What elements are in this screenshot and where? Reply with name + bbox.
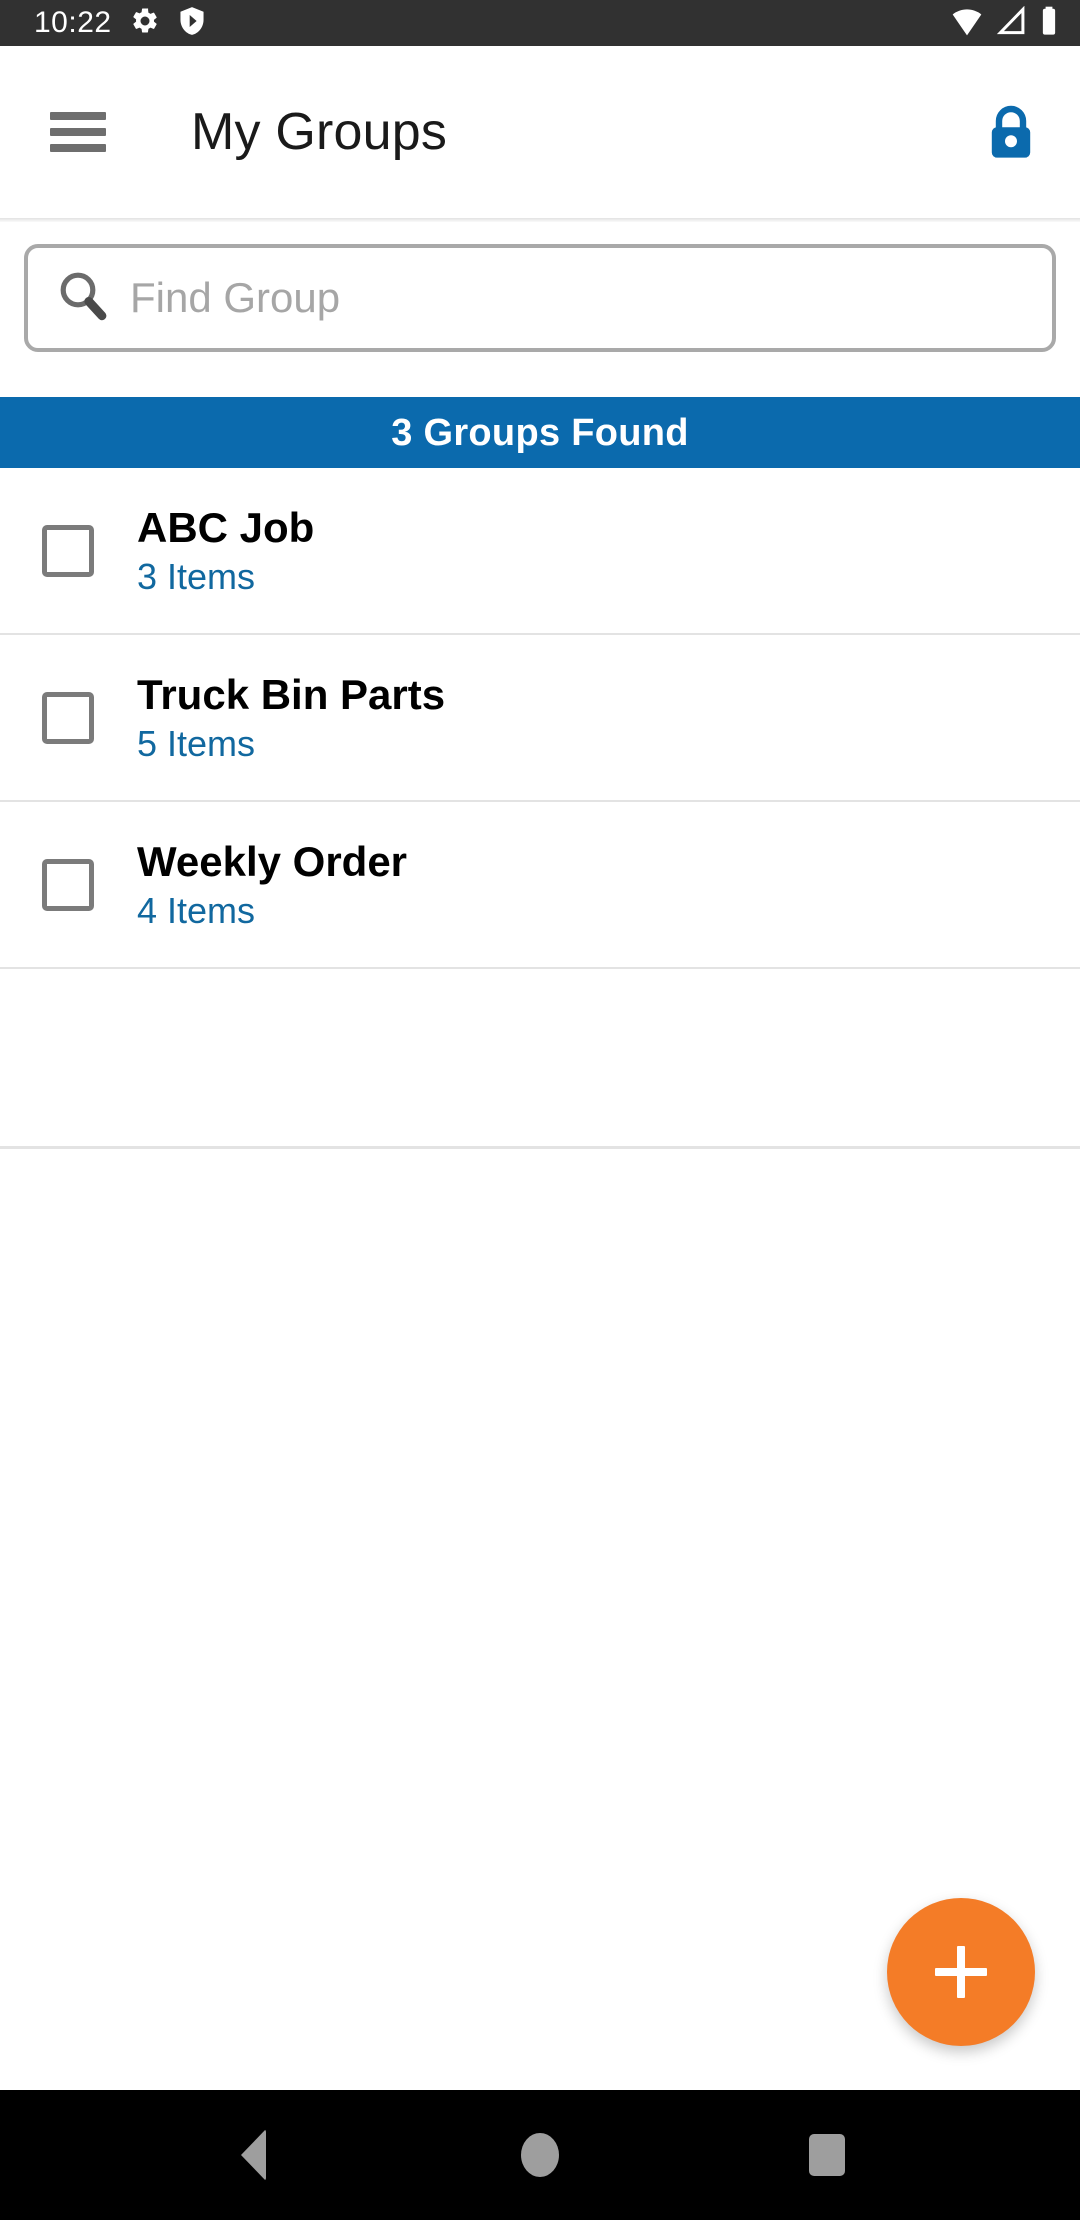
app-bar-divider: [0, 218, 1080, 222]
group-list-empty-row: [0, 969, 1080, 1149]
search-input[interactable]: [130, 274, 990, 322]
group-item-count: 5 Items: [137, 722, 256, 764]
group-item-count: 4 Items: [137, 889, 256, 931]
wifi-icon: [950, 6, 984, 41]
back-triangle-icon: [240, 2129, 266, 2181]
lock-icon[interactable]: [976, 97, 1046, 167]
status-bar: 10:22: [0, 0, 1080, 46]
hamburger-bar: [50, 144, 106, 152]
group-select-checkbox[interactable]: [42, 691, 94, 744]
search-icon: [56, 269, 108, 328]
results-banner: 3 Groups Found: [0, 397, 1080, 468]
status-bar-right: [950, 5, 1058, 41]
page-title: My Groups: [191, 103, 448, 161]
group-name: Truck Bin Parts: [137, 670, 446, 718]
group-item-text: ABC Job 3 Items: [137, 503, 315, 597]
nav-recents-button[interactable]: [772, 2100, 882, 2210]
home-circle-icon: [520, 2133, 559, 2177]
group-item-text: Truck Bin Parts 5 Items: [137, 670, 446, 764]
hamburger-bar: [50, 128, 106, 136]
hamburger-menu-icon[interactable]: [50, 112, 106, 152]
group-list-item[interactable]: Truck Bin Parts 5 Items: [0, 635, 1080, 802]
group-list-item[interactable]: Weekly Order 4 Items: [0, 802, 1080, 969]
group-select-checkbox[interactable]: [42, 524, 94, 577]
recents-square-icon: [808, 2134, 845, 2176]
add-group-button[interactable]: [887, 1898, 1035, 2046]
nav-home-button[interactable]: [485, 2100, 595, 2210]
search-field[interactable]: [24, 244, 1056, 352]
plus-icon: [935, 1946, 987, 1998]
group-list: ABC Job 3 Items Truck Bin Parts 5 Items …: [0, 468, 1080, 1149]
status-bar-left: 10:22: [34, 6, 206, 41]
lock-icon-glyph: [991, 105, 1031, 158]
gear-icon: [130, 6, 160, 41]
app-bar: My Groups: [0, 46, 1080, 218]
results-count-label: 3 Groups Found: [391, 411, 689, 454]
group-name: Weekly Order: [137, 837, 408, 885]
group-item-text: Weekly Order 4 Items: [137, 837, 408, 931]
group-list-item[interactable]: ABC Job 3 Items: [0, 468, 1080, 635]
status-time: 10:22: [34, 6, 112, 39]
group-name: ABC Job: [137, 503, 315, 551]
nav-back-button[interactable]: [198, 2100, 308, 2210]
android-navigation-bar: [0, 2090, 1080, 2220]
cellular-signal-icon: [996, 5, 1028, 41]
group-select-checkbox[interactable]: [42, 858, 94, 911]
group-item-count: 3 Items: [137, 555, 256, 597]
hamburger-bar: [50, 112, 106, 120]
shield-play-icon: [178, 6, 206, 41]
battery-icon: [1040, 6, 1058, 41]
